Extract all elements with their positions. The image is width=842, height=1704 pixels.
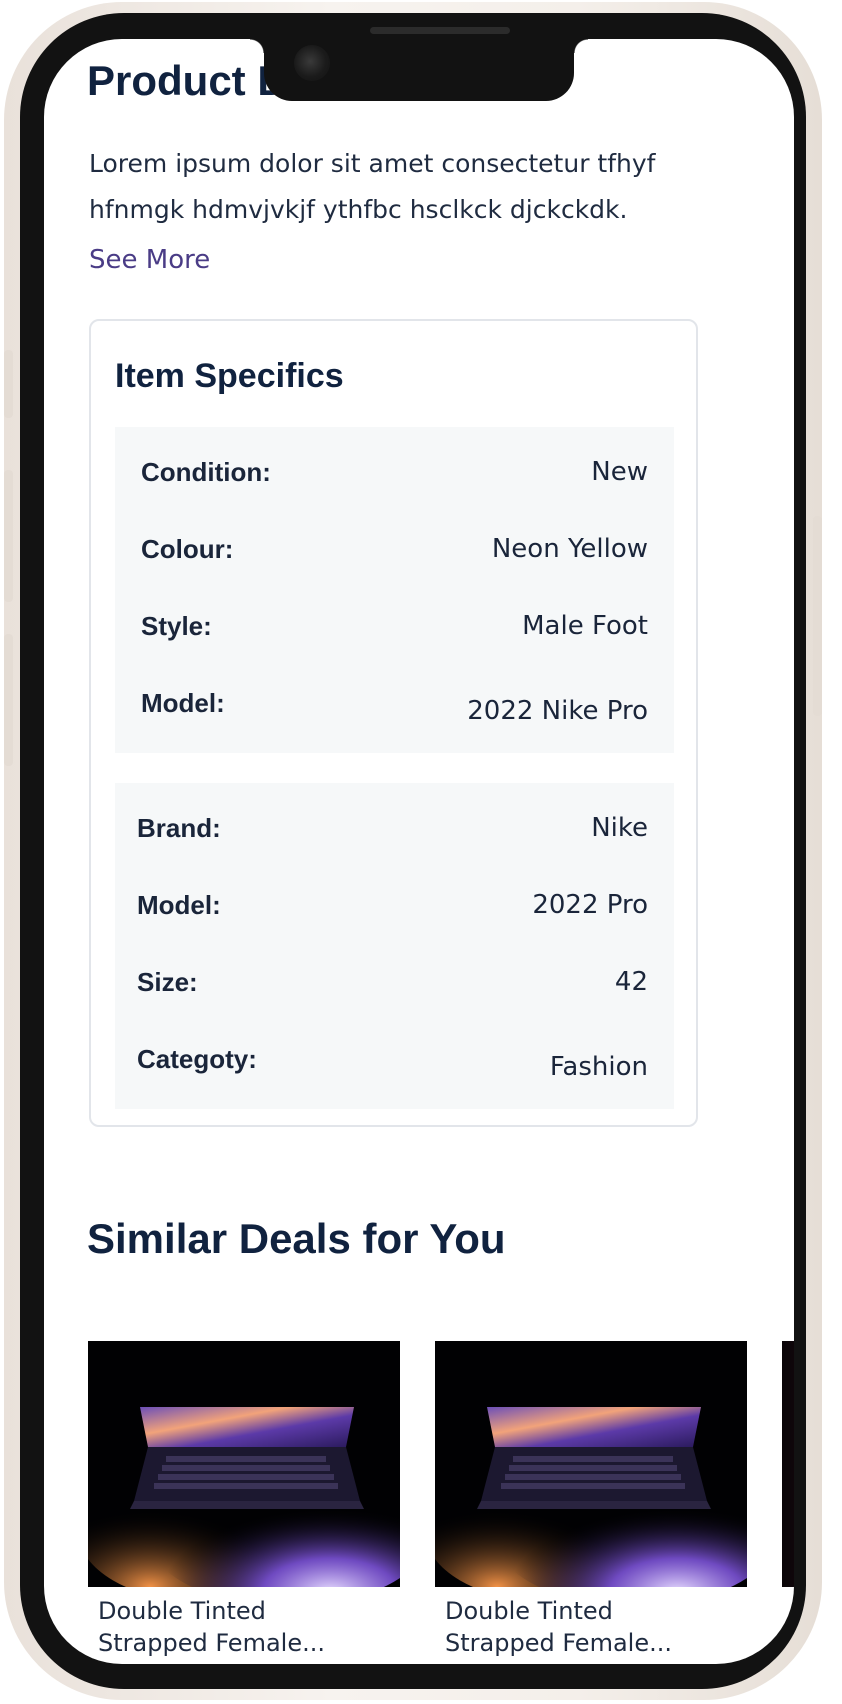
notch [250, 39, 588, 101]
spec-value: 42 [614, 967, 648, 997]
deal-name-line1: Double Tinted [98, 1597, 266, 1625]
spec-label: Size: [137, 967, 198, 997]
spec-value: Nike [591, 813, 648, 843]
deal-card[interactable]: Double Tinted Strapped Female... [88, 1341, 400, 1664]
deal-product-image[interactable] [782, 1341, 794, 1587]
spec-row: Style: Male Foot [115, 611, 674, 651]
deal-product-image[interactable] [88, 1341, 400, 1587]
volume-up-button [4, 470, 13, 602]
similar-deals-title: Similar Deals for You [87, 1215, 506, 1262]
deal-card-partial[interactable] [782, 1341, 794, 1664]
spec-row: Colour: Neon Yellow [115, 534, 674, 574]
spec-label: Model: [137, 890, 221, 920]
spec-label: Brand: [137, 813, 221, 843]
laptop-image [435, 1341, 747, 1587]
front-camera-icon [294, 45, 330, 81]
spec-label: Colour: [141, 534, 234, 564]
spec-value: Fashion [549, 1052, 648, 1082]
mute-switch [4, 350, 13, 418]
deal-name-line2: Strapped Female... [445, 1629, 672, 1657]
screen: Product Details Lorem ipsum dolor sit am… [44, 39, 794, 1664]
spec-row: Size: 42 [115, 967, 674, 1007]
spec-row: Model: 2022 Nike Pro [115, 688, 674, 728]
spec-row: Model: 2022 Pro [115, 890, 674, 930]
spec-group-secondary: Brand: Nike Model: 2022 Pro Size: 42 Cat… [115, 783, 674, 1109]
deal-name-line1: Double Tinted [445, 1597, 613, 1625]
item-specifics-title: Item Specifics [115, 357, 344, 395]
spec-value: 2022 Pro [532, 890, 648, 920]
spec-label: Categoty: [137, 1044, 257, 1074]
deal-card[interactable]: Double Tinted Strapped Female... [435, 1341, 747, 1664]
spec-row: Condition: New [115, 457, 674, 497]
deal-name[interactable]: Double Tinted Strapped Female... [98, 1595, 398, 1659]
earpiece-speaker [370, 27, 510, 34]
spec-value: 2022 Nike Pro [467, 696, 648, 726]
deal-name[interactable]: Double Tinted Strapped Female... [445, 1595, 745, 1659]
spec-label: Condition: [141, 457, 271, 487]
spec-value: Male Foot [522, 611, 648, 641]
volume-down-button [4, 634, 13, 766]
spec-label: Style: [141, 611, 212, 641]
deal-product-image[interactable] [435, 1341, 747, 1587]
spec-row: Brand: Nike [115, 813, 674, 853]
spec-value: Neon Yellow [491, 534, 648, 564]
spec-value: New [591, 457, 648, 487]
deal-name-line2: Strapped Female... [98, 1629, 325, 1657]
spec-label: Model: [141, 688, 225, 718]
laptop-image [88, 1341, 400, 1587]
see-more-link[interactable]: See More [89, 245, 210, 275]
item-specifics-card: Item Specifics Condition: New Colour: Ne… [89, 319, 698, 1127]
product-description: Lorem ipsum dolor sit amet consectetur t… [89, 149, 656, 224]
spec-row: Categoty: Fashion [115, 1044, 674, 1084]
spec-group-primary: Condition: New Colour: Neon Yellow Style… [115, 427, 674, 753]
power-button [813, 516, 822, 716]
